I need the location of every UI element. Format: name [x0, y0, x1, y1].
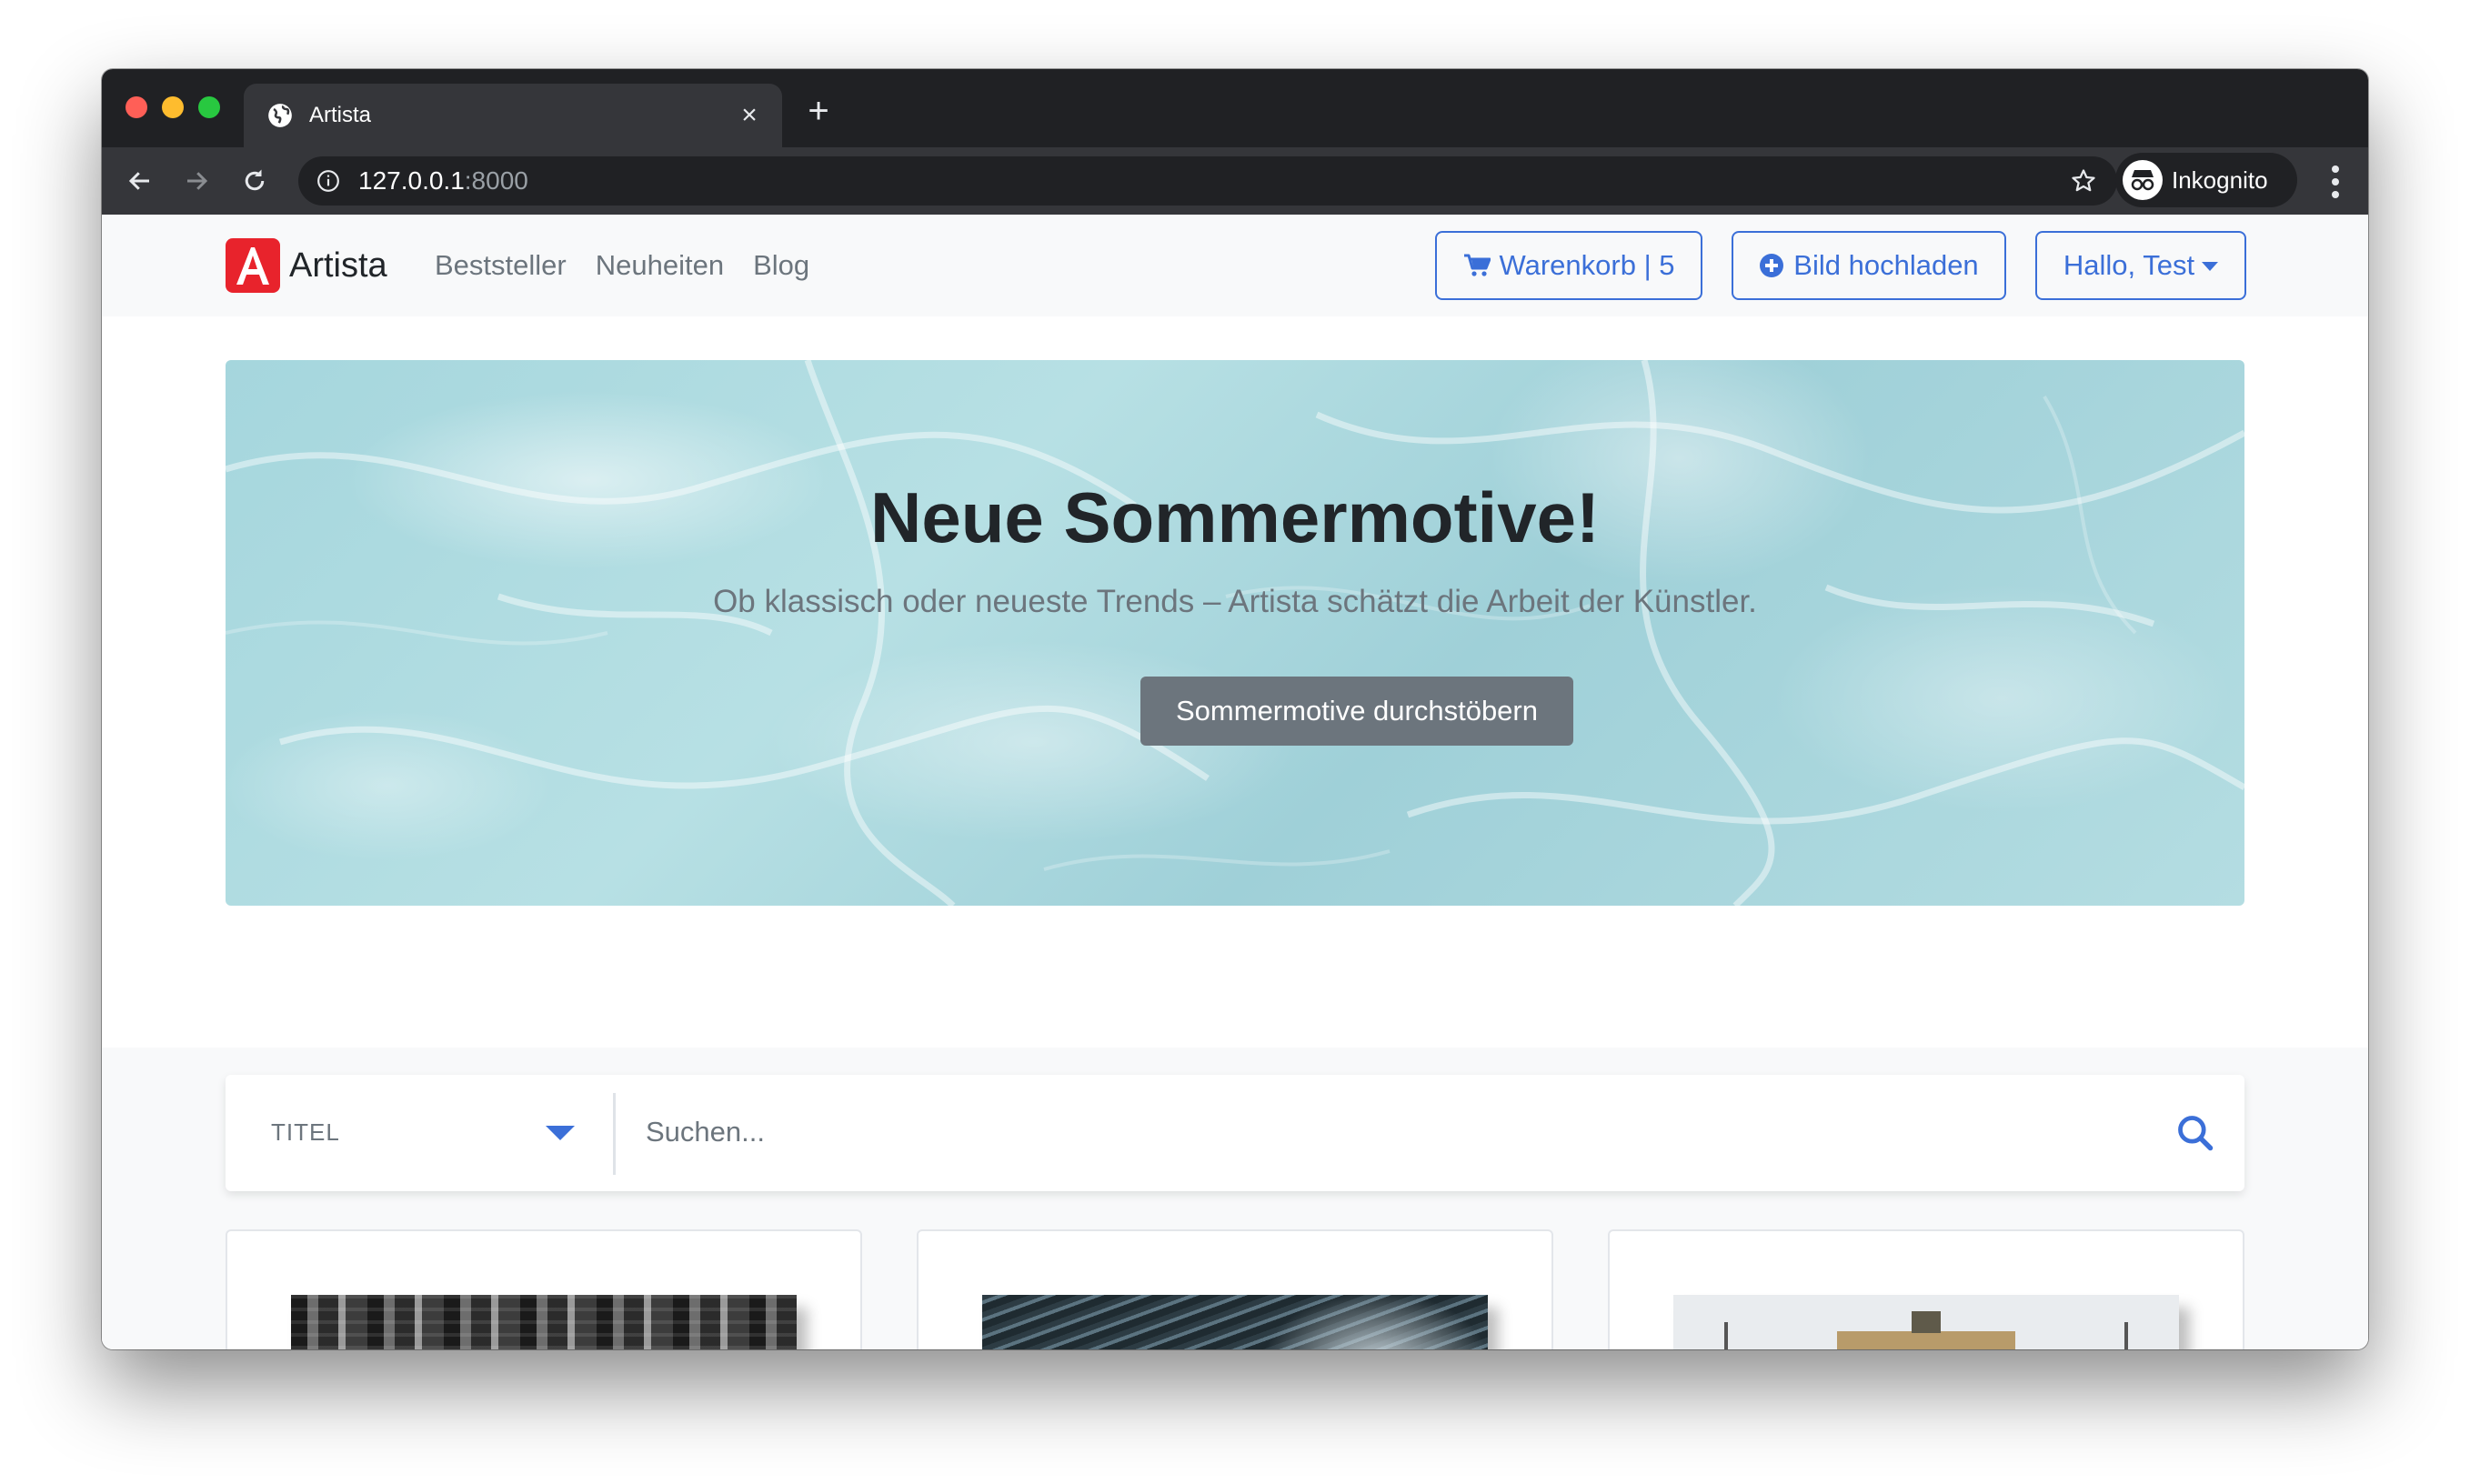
bookmark-star-icon[interactable]	[2070, 167, 2097, 195]
nav-link-blog[interactable]: Blog	[753, 247, 809, 284]
hero-title: Neue Sommermotive!	[870, 477, 1600, 557]
browse-summer-button[interactable]: Sommermotive durchstöbern	[1140, 677, 1573, 746]
maximize-window-button[interactable]	[198, 96, 220, 118]
forward-button[interactable]	[178, 163, 215, 199]
city-skyline-image	[291, 1295, 797, 1349]
info-icon[interactable]	[316, 169, 340, 193]
hero-subtitle: Ob klassisch oder neueste Trends – Artis…	[713, 584, 1757, 619]
plus-circle-icon	[1759, 253, 1784, 278]
product-card[interactable]	[917, 1229, 1553, 1349]
incognito-icon	[2123, 160, 2163, 200]
back-button[interactable]	[122, 163, 158, 199]
hero-banner: Neue Sommermotive! Ob klassisch oder neu…	[226, 360, 2244, 906]
tab-title: Artista	[309, 103, 372, 127]
upload-label: Bild hochladen	[1793, 249, 1979, 281]
reload-icon	[245, 169, 265, 191]
address-bar[interactable]: 127.0.0.1:8000	[298, 156, 2117, 206]
product-card[interactable]	[226, 1229, 862, 1349]
chevron-down-icon[interactable]	[546, 1126, 575, 1140]
arrow-left-icon	[128, 172, 149, 190]
cart-button[interactable]: Warenkorb | 5	[1435, 231, 1702, 300]
hero-section: Neue Sommermotive! Ob klassisch oder neu…	[102, 316, 2368, 1048]
web-page: Artista Beststeller Neuheiten Blog Waren…	[102, 215, 2368, 1349]
profile-label: Inkognito	[2172, 166, 2268, 194]
product-card[interactable]	[1608, 1229, 2244, 1349]
new-tab-button[interactable]: +	[800, 93, 837, 129]
close-window-button[interactable]	[126, 96, 147, 118]
nav-link-bestseller[interactable]: Beststeller	[435, 247, 567, 284]
user-menu-button[interactable]: Hallo, Test	[2035, 231, 2246, 300]
gate-illustration	[1724, 1311, 2128, 1349]
arrow-right-icon	[187, 172, 208, 190]
logo-icon	[226, 238, 280, 293]
url-host: 127.0.0.1	[358, 166, 465, 195]
search-bar: TITEL	[226, 1075, 2244, 1191]
profile-button[interactable]: Inkognito	[2115, 153, 2297, 207]
upload-image-button[interactable]: Bild hochladen	[1732, 231, 2006, 300]
search-category-select[interactable]: TITEL	[271, 1118, 340, 1147]
close-tab-icon[interactable]: ×	[733, 99, 766, 132]
user-label: Hallo, Test	[2063, 249, 2195, 281]
cart-label: Warenkorb | 5	[1499, 249, 1675, 281]
cart-icon	[1463, 253, 1491, 278]
browser-tab[interactable]: Artista ×	[244, 84, 782, 147]
search-icon[interactable]	[2175, 1113, 2215, 1153]
nav-link-neuheiten[interactable]: Neuheiten	[596, 247, 724, 284]
brand-link[interactable]: Artista	[226, 238, 387, 293]
globe-icon	[268, 104, 292, 127]
nav-links: Beststeller Neuheiten Blog	[435, 247, 809, 284]
brandenburg-gate-image	[1673, 1295, 2179, 1349]
tab-bar: Artista × +	[102, 69, 2368, 147]
water-background	[226, 360, 2244, 906]
fish-swarm-image	[982, 1295, 1488, 1349]
caret-down-icon	[2202, 262, 2219, 271]
browser-toolbar: 127.0.0.1:8000 Inkognito	[102, 147, 2368, 215]
browser-window: Artista × + 127.0.0.1:8000 Inkognito Art…	[102, 69, 2368, 1349]
search-divider	[613, 1093, 616, 1175]
more-vertical-icon[interactable]	[2328, 164, 2343, 200]
reload-button[interactable]	[236, 163, 273, 199]
minimize-window-button[interactable]	[162, 96, 184, 118]
site-navbar: Artista Beststeller Neuheiten Blog Waren…	[102, 215, 2368, 316]
search-input[interactable]	[646, 1102, 2155, 1162]
url-text: 127.0.0.1:8000	[358, 166, 528, 196]
url-port: :8000	[464, 166, 528, 195]
brand-name: Artista	[289, 246, 387, 285]
